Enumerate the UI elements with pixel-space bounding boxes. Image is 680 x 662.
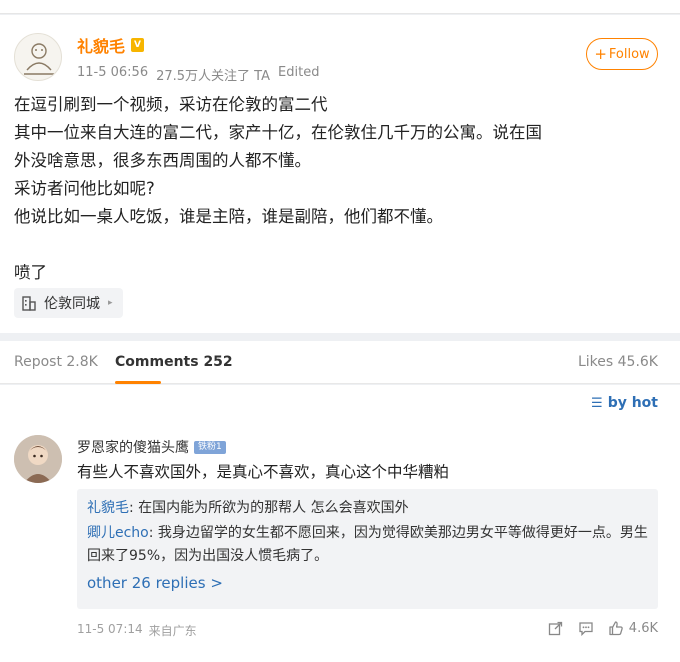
follow-label: Follow: [608, 46, 650, 62]
post-line: 在逗引刷到一个视频，采访在伦敦的富二代: [14, 95, 328, 114]
active-tab-indicator: [115, 381, 161, 384]
post-line: 喷了: [14, 263, 47, 282]
reply-text: : 在国内能为所欲为的那帮人 怎么会喜欢国外: [129, 500, 409, 516]
reply-user[interactable]: 礼貌毛: [87, 500, 129, 516]
post-line: 外没啥意思，很多东西周围的人都不懂。: [14, 151, 311, 170]
tab-comments[interactable]: Comments 252: [115, 354, 233, 370]
tab-likes[interactable]: Likes 45.6K: [578, 354, 658, 370]
vip-badge-icon: V: [131, 38, 145, 52]
reply-item: 礼貌毛: 在国内能为所欲为的那帮人 怎么会喜欢国外: [87, 497, 648, 520]
building-icon: [22, 295, 36, 311]
comment-actions: 4.6K: [548, 620, 658, 636]
tab-comments-count: 252: [203, 354, 233, 370]
post-line: 采访者问他比如呢?: [14, 179, 155, 198]
commenter-avatar[interactable]: [14, 435, 62, 483]
author-name[interactable]: 礼貌毛: [77, 33, 125, 57]
follow-button[interactable]: + Follow: [586, 38, 658, 70]
reply-text: : 我身边留学的女生都不愿回来，因为觉得欧美那边男女平等做得更好一点。男生回来了…: [87, 525, 648, 564]
comment-source: 来自广东: [148, 624, 197, 638]
reply-user[interactable]: 卿儿echo: [87, 525, 149, 541]
post-meta: 11-5 06:56 27.5万人关注了 TA Edited: [77, 65, 319, 84]
sort-label: by hot: [607, 395, 658, 411]
comment-time: 11-5 07:14: [77, 622, 143, 636]
comment-meta: 11-5 07:14 来自广东: [77, 622, 197, 639]
comment-icon[interactable]: [578, 620, 594, 636]
post-line: [14, 231, 644, 259]
author-avatar[interactable]: [14, 33, 62, 81]
tab-repost[interactable]: Repost 2.8K: [14, 354, 98, 370]
location-label: 伦敦同城: [44, 296, 100, 312]
plus-icon: +: [594, 44, 607, 63]
tab-comments-label: Comments: [115, 354, 199, 370]
thumbs-up-icon: [608, 620, 624, 636]
more-replies-link[interactable]: other 26 replies >: [87, 572, 648, 595]
post-timestamp[interactable]: 11-5 06:56: [77, 65, 148, 84]
comment-text: 有些人不喜欢国外，是真心不喜欢，真心这个中华糟粕: [77, 463, 450, 481]
sort-icon: ☰: [591, 395, 603, 411]
post-card: 礼貌毛 V 11-5 06:56 27.5万人关注了 TA Edited + F…: [0, 15, 680, 333]
chevron-right-icon: ▸: [108, 298, 113, 308]
location-tag[interactable]: 伦敦同城 ▸: [14, 288, 123, 318]
like-button[interactable]: 4.6K: [608, 620, 658, 636]
post-line: 其中一位来自大连的富二代，家产十亿，在伦敦住几千万的公寓。说在国: [14, 123, 542, 142]
edited-label: Edited: [278, 65, 320, 80]
sort-by-hot-button[interactable]: ☰ by hot: [591, 395, 658, 411]
fan-badge: 铁粉1: [194, 440, 226, 454]
top-strip: [0, 0, 680, 14]
replies-box: 礼貌毛: 在国内能为所欲为的那帮人 怎么会喜欢国外 卿儿echo: 我身边留学的…: [77, 489, 658, 609]
followers-note: 27.5万人关注了 TA: [156, 69, 271, 84]
post-body: 在逗引刷到一个视频，采访在伦敦的富二代 其中一位来自大连的富二代，家产十亿，在伦…: [14, 91, 644, 287]
commenter-name[interactable]: 罗恩家的傻猫头鹰: [77, 437, 189, 457]
reply-item: 卿儿echo: 我身边留学的女生都不愿回来，因为觉得欧美那边男女平等做得更好一点…: [87, 522, 648, 568]
post-tabs: Repost 2.8K Comments 252 Likes 45.6K: [0, 341, 680, 384]
share-icon[interactable]: [548, 620, 564, 636]
comments-section: ☰ by hot 罗恩家的傻猫头鹰 铁粉1 有些人不喜欢国外，是真心不喜欢，真心…: [0, 385, 680, 662]
post-line: 他说比如一桌人吃饭，谁是主陪，谁是副陪，他们都不懂。: [14, 207, 443, 226]
like-count: 4.6K: [628, 620, 658, 636]
